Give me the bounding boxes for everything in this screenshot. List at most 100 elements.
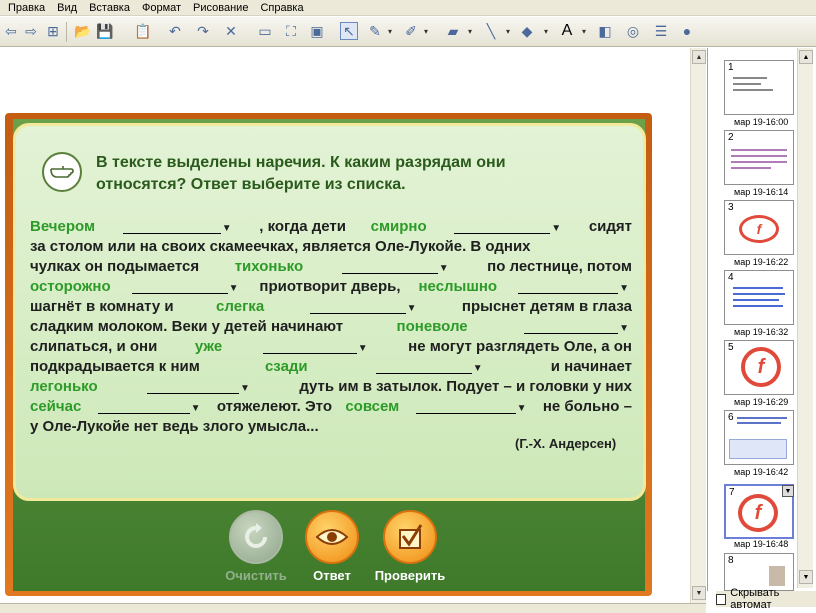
more-tools-icon[interactable]: ☰ [652, 22, 670, 40]
menu-draw[interactable]: Рисование [193, 2, 248, 14]
adverb-word: слегка [216, 298, 265, 315]
page-thumbnail-active[interactable]: 7 ▼ f [724, 484, 794, 539]
redo-icon[interactable]: ↷ [194, 22, 212, 40]
adverb-word: Вечером [30, 218, 96, 235]
properties-icon[interactable]: ◧ [596, 22, 614, 40]
chevron-down-icon[interactable]: ▼ [191, 404, 201, 414]
paste-icon[interactable]: 📋 [134, 22, 152, 40]
text-fragment: приотворит дверь, [259, 278, 401, 295]
scroll-up-icon[interactable]: ▲ [799, 50, 813, 64]
text-fragment: сладким молоком. Веки у детей начинают [30, 318, 344, 335]
full-screen-icon[interactable]: ⛶ [282, 22, 300, 40]
undo-icon[interactable]: ↶ [166, 22, 184, 40]
chevron-down-icon[interactable]: ▼ [619, 324, 629, 334]
forward-icon[interactable]: ⇨ [22, 22, 40, 40]
screen-shade-icon[interactable]: ▭ [256, 22, 274, 40]
chevron-down-icon[interactable]: ▾ [506, 27, 510, 36]
chevron-down-icon[interactable]: ▼ [439, 264, 449, 274]
scroll-down-icon[interactable]: ▼ [799, 570, 813, 584]
text-line: подкрадывается к ним сзади ▼ и начинает [30, 357, 632, 377]
add-page-icon[interactable]: ⊞ [44, 22, 62, 40]
menu-help[interactable]: Справка [260, 2, 303, 14]
chevron-down-icon[interactable]: ▼ [551, 224, 561, 234]
check-button[interactable] [383, 510, 437, 564]
menu-format[interactable]: Формат [142, 2, 181, 14]
chevron-down-icon[interactable]: ▼ [517, 404, 527, 414]
answer-dropdown[interactable]: ▼ [131, 280, 239, 294]
thumbnail-number: 3 [728, 202, 734, 213]
scroll-down-icon[interactable]: ▼ [692, 586, 706, 600]
answer-dropdown[interactable]: ▼ [122, 220, 232, 234]
adverb-word: тихонько [234, 258, 304, 275]
chevron-down-icon[interactable]: ▾ [468, 27, 472, 36]
text-icon[interactable]: A [558, 22, 576, 40]
answer-dropdown[interactable]: ▼ [97, 400, 201, 414]
answer-dropdown[interactable]: ▼ [518, 280, 629, 294]
pointing-hand-icon [42, 152, 82, 192]
text-fragment: шагнёт в комнату и [30, 298, 174, 315]
refresh-icon [245, 523, 267, 548]
line-icon[interactable]: ╲ [482, 22, 500, 40]
chevron-down-icon[interactable]: ▼ [358, 344, 368, 354]
chevron-down-icon[interactable]: ▼ [473, 364, 483, 374]
thumbnail-date: мар 19-16:32 [734, 327, 789, 337]
check-button-label: Проверить [374, 568, 446, 583]
back-icon[interactable]: ⇦ [2, 22, 20, 40]
scroll-up-icon[interactable]: ▲ [692, 50, 706, 64]
menu-view[interactable]: Вид [57, 2, 77, 14]
answer-dropdown[interactable]: ▼ [454, 220, 561, 234]
answer-dropdown[interactable]: ▼ [309, 300, 417, 314]
thumbnail-date: мар 19-16:29 [734, 397, 789, 407]
delete-icon[interactable]: ✕ [222, 22, 240, 40]
open-folder-icon[interactable]: 📂 [74, 22, 92, 40]
capture-icon[interactable]: ▣ [308, 22, 326, 40]
workspace-scrollbar[interactable]: ▲ ▼ [690, 48, 706, 603]
adverb-word: поневоле [396, 318, 468, 335]
answer-dropdown[interactable]: ▼ [375, 360, 483, 374]
chevron-down-icon[interactable]: ▾ [424, 27, 428, 36]
pen-icon[interactable]: ✎ [366, 22, 384, 40]
clear-button[interactable] [229, 510, 283, 564]
text-line: сейчас ▼ отяжелеют. Это совсем ▼ не больно – [30, 397, 632, 417]
text-fragment: прыснет детям в глаза [461, 298, 632, 315]
page-thumbnail[interactable]: 2 [724, 130, 794, 185]
help-circle-icon[interactable]: ● [678, 22, 696, 40]
auto-hide-checkbox[interactable]: Скрывать автомат [716, 587, 816, 611]
chevron-down-icon[interactable]: ▾ [582, 27, 586, 36]
answer-dropdown[interactable]: ▼ [524, 320, 629, 334]
answer-dropdown[interactable]: ▼ [341, 260, 449, 274]
menu-insert[interactable]: Вставка [89, 2, 130, 14]
page-thumbnail[interactable]: 5 f [724, 340, 794, 395]
eraser-icon[interactable]: ▰ [444, 22, 462, 40]
adverb-word: осторожно [30, 278, 111, 295]
page-thumbnail[interactable]: 6 [724, 410, 794, 465]
shapes-icon[interactable]: ◆ [518, 22, 536, 40]
checkbox-box[interactable] [716, 593, 727, 605]
chevron-down-icon[interactable]: ▼ [240, 384, 250, 394]
highlighter-icon[interactable]: ✐ [402, 22, 420, 40]
chevron-down-icon[interactable]: ▾ [388, 27, 392, 36]
chevron-down-icon[interactable]: ▼ [229, 284, 239, 294]
select-arrow-icon[interactable]: ↖ [340, 22, 358, 40]
page-thumbnail[interactable]: 1 [724, 60, 794, 115]
chevron-down-icon[interactable]: ▼ [407, 304, 417, 314]
page-thumbnail[interactable]: 3 f [724, 200, 794, 255]
text-line: чулках он подымается тихонько ▼ по лестнице… [30, 257, 632, 277]
gallery-icon[interactable]: ◎ [624, 22, 642, 40]
adverb-word: смирно [370, 218, 427, 235]
page-thumbnail[interactable]: 4 [724, 270, 794, 325]
chevron-down-icon[interactable]: ▼ [619, 284, 629, 294]
thumbnail-date: мар 19-16:00 [734, 117, 789, 127]
save-icon[interactable]: 💾 [96, 22, 114, 40]
page-thumbnail[interactable]: 8 [724, 553, 794, 591]
answer-button[interactable] [305, 510, 359, 564]
menu-edit[interactable]: Правка [8, 2, 45, 14]
thumbnail-number: 4 [728, 272, 734, 283]
answer-dropdown[interactable]: ▼ [262, 340, 368, 354]
answer-dropdown[interactable]: ▼ [147, 380, 250, 394]
thumbnail-menu-icon[interactable]: ▼ [782, 485, 794, 497]
answer-dropdown[interactable]: ▼ [415, 400, 527, 414]
chevron-down-icon[interactable]: ▾ [544, 27, 548, 36]
panel-scrollbar[interactable]: ▲ ▼ [797, 48, 813, 588]
chevron-down-icon[interactable]: ▼ [222, 224, 232, 234]
